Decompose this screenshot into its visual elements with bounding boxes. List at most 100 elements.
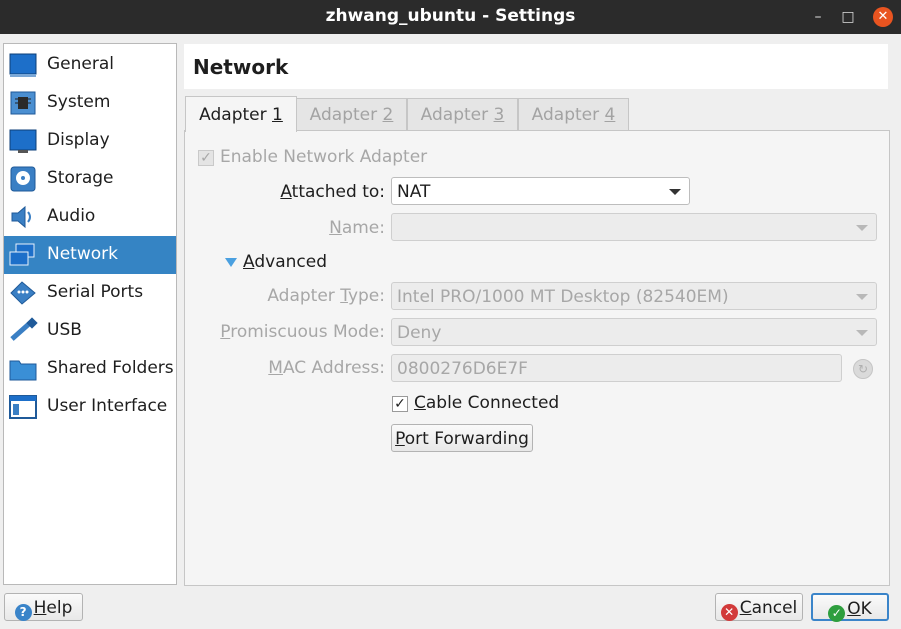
tab-mnemonic: 3 — [493, 105, 505, 125]
sidebar-item-label: System — [47, 92, 111, 112]
advanced-toggle[interactable]: Advanced — [243, 252, 327, 272]
label-text: ame: — [341, 218, 385, 238]
adapter-type-label: Adapter Type: — [185, 286, 385, 306]
tab-mnemonic: 2 — [382, 105, 394, 125]
mnemonic: M — [268, 358, 283, 378]
ok-button[interactable]: ✓ OK — [811, 593, 889, 622]
sidebar-item-usb[interactable]: USB — [4, 312, 176, 350]
help-button[interactable]: ? Help — [4, 593, 83, 621]
tab-label: Adapter — [199, 105, 273, 125]
attached-to-label: Attached to: — [185, 182, 385, 202]
sidebar-item-label: USB — [47, 320, 82, 340]
mnemonic: C — [414, 393, 426, 413]
refresh-mac-icon[interactable]: ↻ — [853, 359, 873, 379]
tab-adapter-1[interactable]: Adapter 1 — [185, 96, 297, 132]
label-text: elp — [46, 598, 73, 618]
usb-icon — [10, 317, 38, 341]
mac-address-value: 0800276D6E7F — [397, 359, 528, 379]
label-text: K — [860, 599, 872, 619]
sidebar-item-audio[interactable]: Audio — [4, 198, 176, 236]
tab-adapter-3[interactable]: Adapter 3 — [407, 98, 518, 131]
checkmark-icon: ✓ — [828, 605, 846, 622]
mnemonic: A — [280, 182, 292, 202]
label-text: dvanced — [254, 252, 327, 272]
help-icon: ? — [14, 604, 32, 621]
mnemonic: C — [739, 598, 752, 618]
chevron-down-icon — [669, 189, 681, 195]
title-bar: zhwang_ubuntu - Settings – □ ✕ — [0, 0, 901, 34]
sidebar-item-serial-ports[interactable]: Serial Ports — [4, 274, 176, 312]
sidebar-item-shared-folders[interactable]: Shared Folders — [4, 350, 176, 388]
tab-adapter-4[interactable]: Adapter 4 — [518, 98, 629, 131]
sidebar-item-label: Display — [47, 130, 110, 150]
label-text: able Connected — [425, 393, 560, 413]
tab-label: Adapter — [420, 105, 494, 125]
name-label: Name: — [185, 218, 385, 238]
sidebar-item-label: Shared Folders — [47, 358, 174, 378]
sidebar-item-label: Audio — [47, 206, 96, 226]
sidebar-item-user-interface[interactable]: User Interface — [4, 388, 176, 426]
page-header: Network — [184, 44, 888, 89]
sidebar-item-storage[interactable]: Storage — [4, 160, 176, 198]
adapter-type-select[interactable]: Intel PRO/1000 MT Desktop (82540EM) — [391, 282, 877, 310]
sidebar-item-general[interactable]: General — [4, 46, 176, 84]
window-title: zhwang_ubuntu - Settings — [325, 6, 576, 26]
system-chip-icon — [10, 91, 36, 115]
mnemonic: P — [395, 429, 405, 449]
mnemonic: P — [220, 322, 231, 342]
sidebar-item-label: General — [47, 54, 114, 74]
attached-to-value: NAT — [397, 182, 431, 202]
promiscuous-mode-select[interactable]: Deny — [391, 318, 877, 346]
mnemonic: H — [33, 598, 47, 618]
label-text: ttached to: — [291, 182, 385, 202]
mac-address-field[interactable]: 0800276D6E7F — [391, 354, 842, 382]
maximize-icon[interactable]: □ — [838, 7, 858, 27]
mnemonic: A — [243, 252, 255, 272]
chevron-down-icon — [856, 294, 868, 300]
expand-triangle-icon[interactable] — [225, 258, 237, 267]
attached-to-select[interactable]: NAT — [391, 177, 690, 205]
tab-mnemonic: 1 — [272, 105, 283, 125]
sidebar-item-display[interactable]: Display — [4, 122, 176, 160]
cancel-icon: ✕ — [720, 604, 738, 621]
tab-adapter-2[interactable]: Adapter 2 — [296, 98, 407, 131]
display-monitor-icon — [9, 129, 37, 153]
cancel-button[interactable]: ✕ Cancel — [715, 593, 803, 621]
tab-label: Adapter — [309, 105, 383, 125]
promiscuous-mode-value: Deny — [397, 323, 442, 343]
enable-adapter-label: Enable Network Adapter — [220, 147, 428, 167]
promiscuous-mode-label: Promiscuous Mode: — [185, 322, 385, 342]
name-select[interactable] — [391, 213, 877, 241]
label-text: romiscuous Mode: — [230, 322, 385, 342]
minimize-icon[interactable]: – — [808, 7, 828, 27]
network-icon — [9, 243, 35, 266]
cable-connected-checkbox[interactable]: ✓ — [392, 396, 408, 412]
sidebar-item-network[interactable]: Network — [4, 236, 176, 274]
enable-adapter-checkbox[interactable]: ✓ — [198, 150, 214, 166]
audio-speaker-icon — [11, 205, 31, 229]
sidebar-item-label: Network — [47, 244, 118, 264]
mnemonic: T — [340, 286, 348, 306]
mac-address-label: MAC Address: — [185, 358, 385, 378]
close-icon[interactable]: ✕ — [873, 7, 893, 27]
chevron-down-icon — [856, 225, 868, 231]
sidebar-item-label: Storage — [47, 168, 114, 188]
tab-label: Adapter — [531, 105, 605, 125]
mnemonic: N — [329, 218, 342, 238]
chevron-down-icon — [856, 330, 868, 336]
cable-connected-label: Cable Connected — [414, 393, 559, 413]
storage-disk-icon — [10, 166, 36, 192]
page-title: Network — [193, 55, 289, 79]
mnemonic: O — [847, 599, 861, 619]
label-text: ancel — [751, 598, 798, 618]
label-text: ort Forwarding — [404, 429, 529, 449]
port-forwarding-button[interactable]: Port Forwarding — [391, 424, 533, 452]
sidebar-item-system[interactable]: System — [4, 84, 176, 122]
adapter-panel: ✓ Enable Network Adapter Attached to: NA… — [184, 130, 890, 586]
sidebar-item-label: User Interface — [47, 396, 168, 416]
label-text: Adapter — [267, 286, 341, 306]
tab-mnemonic: 4 — [604, 105, 616, 125]
adapter-type-value: Intel PRO/1000 MT Desktop (82540EM) — [397, 287, 729, 307]
folder-icon — [9, 360, 37, 381]
label-text: ype: — [347, 286, 385, 306]
